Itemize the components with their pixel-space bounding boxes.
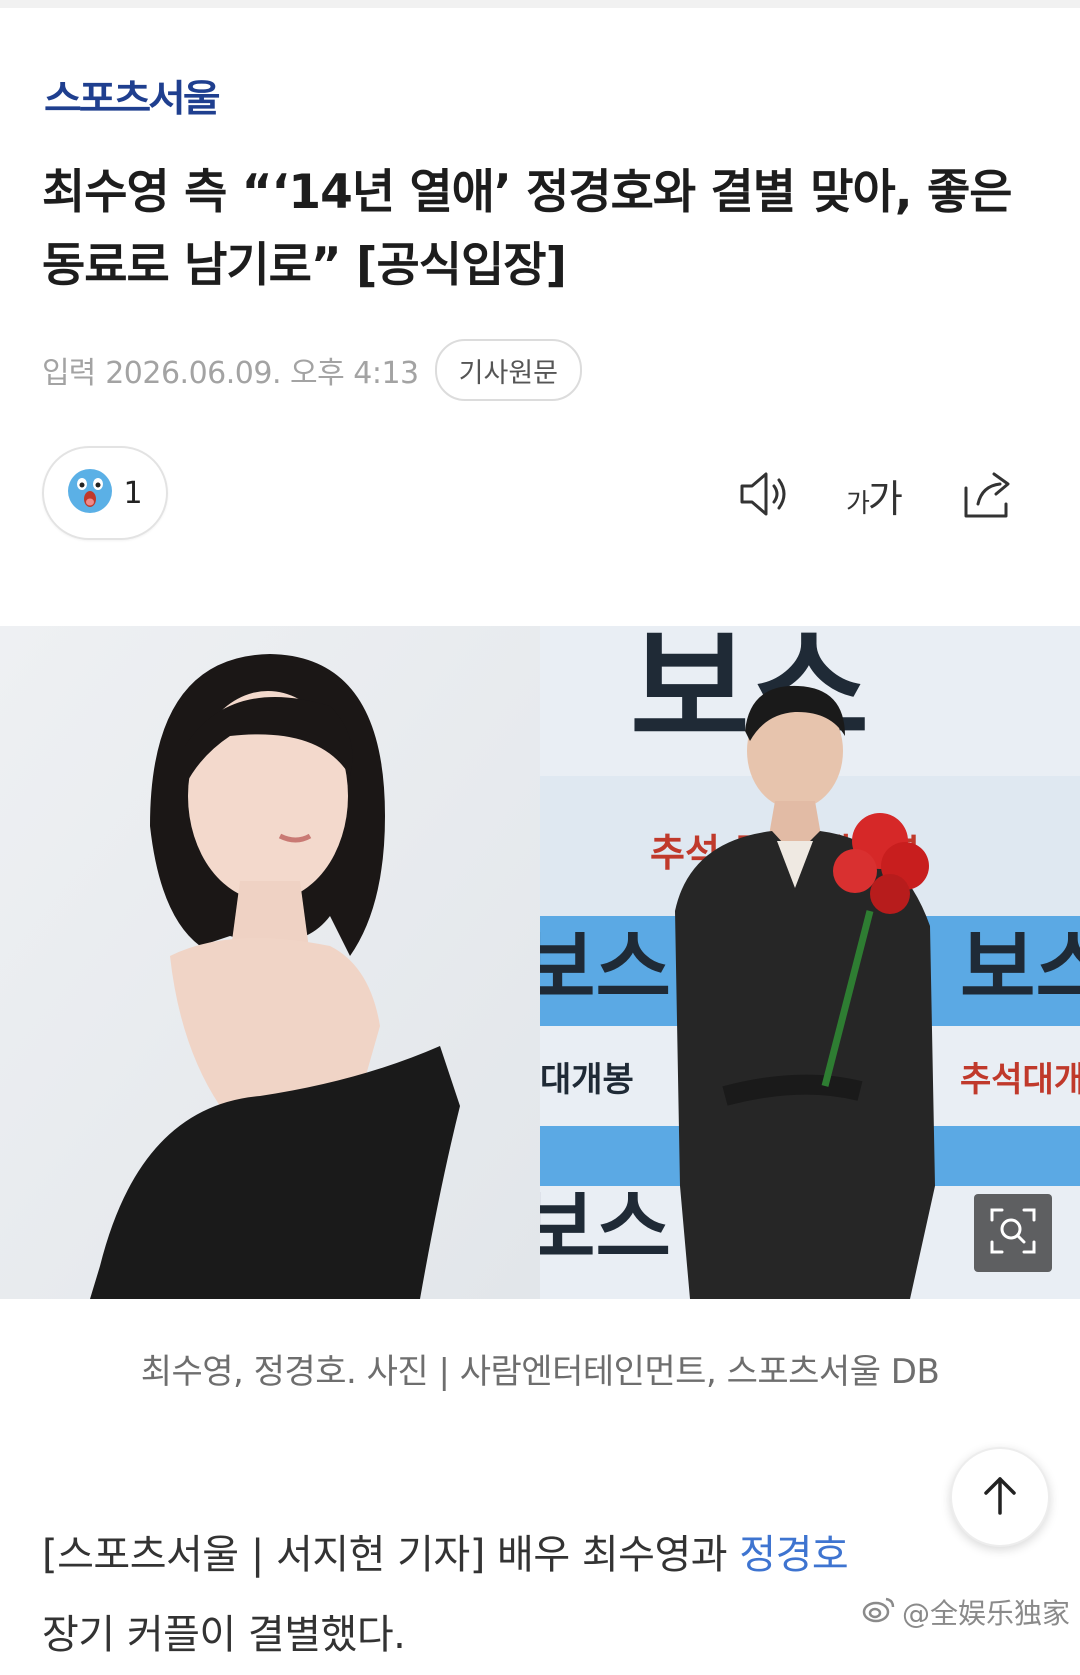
image-zoom-button[interactable] bbox=[974, 1194, 1052, 1272]
font-size-small-label: 가 bbox=[846, 489, 870, 519]
share-icon bbox=[960, 472, 1016, 526]
photo-left-portrait bbox=[0, 626, 540, 1299]
top-bar bbox=[0, 0, 1080, 8]
share-button[interactable] bbox=[960, 466, 1016, 522]
weibo-watermark: @全娱乐独家 bbox=[862, 1590, 1070, 1634]
back-to-top-button[interactable] bbox=[950, 1447, 1050, 1547]
text-to-speech-button[interactable] bbox=[736, 466, 792, 522]
speaker-icon bbox=[736, 472, 792, 526]
body-prefix: [스포츠서울 | 서지현 기자] 배우 최수영과 bbox=[42, 1532, 740, 1578]
backdrop-tag: 대개봉 bbox=[540, 1060, 634, 1100]
font-size-large-label: 가 bbox=[867, 477, 903, 521]
person-link[interactable]: 정경호 bbox=[739, 1532, 848, 1578]
backdrop-subtitle-side: 추석대개 bbox=[960, 1060, 1080, 1100]
watermark-text: @全娱乐独家 bbox=[902, 1597, 1071, 1630]
backdrop-title-repeat: 보스 bbox=[540, 921, 671, 1016]
surprised-face-icon bbox=[67, 468, 113, 518]
zoom-icon bbox=[988, 1206, 1038, 1260]
original-article-button[interactable]: 기사원문 bbox=[434, 339, 583, 401]
backdrop-title-side: 보스 bbox=[960, 921, 1080, 1016]
photo-caption: 최수영, 정경호. 사진 | 사람엔터테인먼트, 스포츠서울 DB bbox=[140, 1352, 940, 1392]
arrow-up-icon bbox=[978, 1473, 1022, 1521]
site-logo[interactable]: 스포츠서울 bbox=[44, 68, 221, 122]
weibo-icon bbox=[862, 1595, 896, 1630]
reaction-count: 1 bbox=[123, 475, 143, 511]
font-size-button[interactable]: 가가 bbox=[846, 468, 903, 523]
article-photo[interactable]: 보스 추석 극장 대개봉 보스 대개봉 보스 추석대개 보스 bbox=[0, 626, 1080, 1299]
article-dateline: 입력 2026.06.09. 오후 4:13 기사원문 bbox=[42, 339, 583, 401]
article-title: 최수영 측 “‘14년 열애’ 정경호와 결별 맞아, 좋은 동료로 남기로” … bbox=[42, 165, 1012, 293]
date-label: 입력 bbox=[42, 356, 96, 391]
backdrop-title-bottom: 보스 bbox=[540, 1181, 671, 1276]
publish-date: 2026.06.09. 오후 4:13 bbox=[105, 356, 419, 391]
reaction-button[interactable]: 1 bbox=[42, 446, 168, 540]
